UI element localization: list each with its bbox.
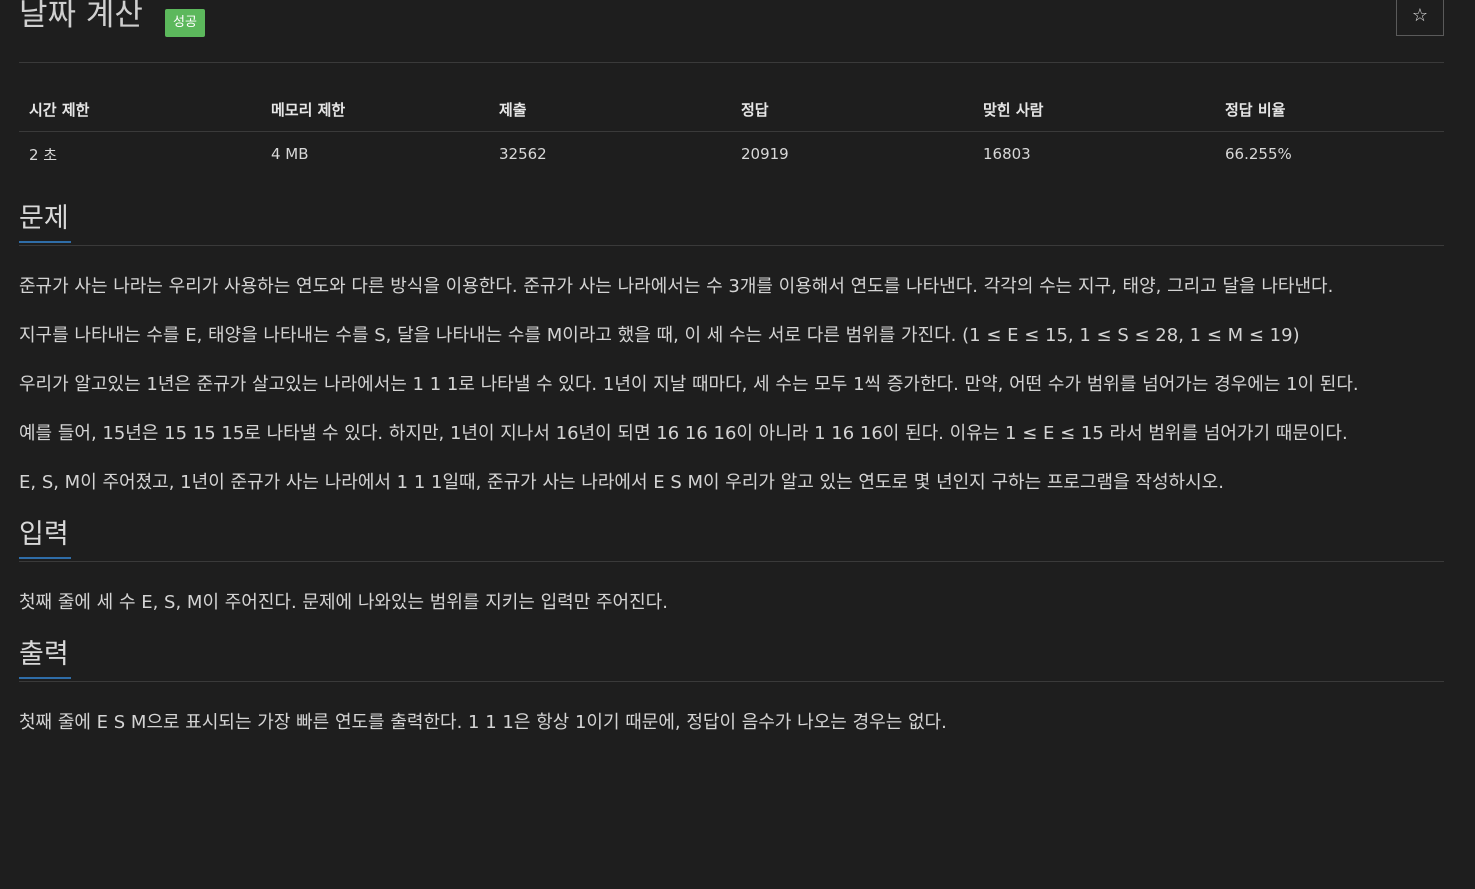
- star-icon: ☆: [1411, 5, 1429, 26]
- problem-heading-row: 문제: [19, 200, 1444, 246]
- input-heading-row: 입력: [19, 516, 1444, 562]
- status-badge: 성공: [165, 9, 205, 37]
- time-limit-value: 2 초: [29, 145, 58, 164]
- title-row: 날짜 계산 성공 ☆: [19, 0, 1444, 63]
- input-section: 입력 첫째 줄에 세 수 E, S, M이 주어진다. 문제에 나와있는 범위를…: [19, 516, 1444, 622]
- col-accept-rate: 정답 비율: [1215, 87, 1444, 132]
- problem-description: 준규가 사는 나라는 우리가 사용하는 연도와 다른 방식을 이용한다. 준규가…: [19, 268, 1444, 502]
- output-heading-row: 출력: [19, 636, 1444, 682]
- problem-heading: 문제: [19, 200, 71, 243]
- accept-rate-value: 66.255%: [1225, 145, 1292, 163]
- col-time-limit: 시간 제한: [19, 87, 261, 132]
- output-heading: 출력: [19, 636, 71, 679]
- col-solvers: 맞힌 사람: [973, 87, 1215, 132]
- problem-section: 문제 준규가 사는 나라는 우리가 사용하는 연도와 다른 방식을 이용한다. …: [19, 200, 1444, 502]
- input-heading: 입력: [19, 516, 71, 559]
- col-accepted: 정답: [731, 87, 973, 132]
- problem-title: 날짜 계산: [19, 0, 143, 33]
- col-memory-limit: 메모리 제한: [261, 87, 489, 132]
- star-button[interactable]: ☆: [1396, 0, 1444, 36]
- accepted-value: 20919: [741, 145, 789, 163]
- input-description: 첫째 줄에 세 수 E, S, M이 주어진다. 문제에 나와있는 범위를 지키…: [19, 584, 1444, 622]
- problem-paragraph: 우리가 알고있는 1년은 준규가 살고있는 나라에서는 1 1 1로 나타낼 수…: [19, 374, 1359, 395]
- table-row: 2 초 4 MB 32562 20919 16803 66.255%: [19, 132, 1444, 177]
- problem-paragraph: 준규가 사는 나라는 우리가 사용하는 연도와 다른 방식을 이용한다. 준규가…: [19, 276, 1334, 297]
- output-paragraph: 첫째 줄에 E S M으로 표시되는 가장 빠른 연도를 출력한다. 1 1 1…: [19, 712, 947, 733]
- memory-limit-value: 4 MB: [271, 145, 309, 163]
- problem-paragraph: 지구를 나타내는 수를 E, 태양을 나타내는 수를 S, 달을 나타내는 수를…: [19, 325, 1300, 346]
- problem-paragraph: E, S, M이 주어졌고, 1년이 준규가 사는 나라에서 1 1 1일때, …: [19, 472, 1224, 493]
- problem-info-table: 시간 제한 메모리 제한 제출 정답 맞힌 사람 정답 비율 2 초 4 MB …: [19, 87, 1444, 176]
- table-header-row: 시간 제한 메모리 제한 제출 정답 맞힌 사람 정답 비율: [19, 87, 1444, 132]
- col-submissions: 제출: [489, 87, 731, 132]
- input-paragraph: 첫째 줄에 세 수 E, S, M이 주어진다. 문제에 나와있는 범위를 지키…: [19, 592, 668, 613]
- output-section: 출력 첫째 줄에 E S M으로 표시되는 가장 빠른 연도를 출력한다. 1 …: [19, 636, 1444, 742]
- problem-page: 날짜 계산 성공 ☆ 시간 제한 메모리 제한 제출 정답 맞힌 사람 정답 비…: [0, 0, 1475, 889]
- submissions-value: 32562: [499, 145, 547, 163]
- solvers-value: 16803: [983, 145, 1031, 163]
- output-description: 첫째 줄에 E S M으로 표시되는 가장 빠른 연도를 출력한다. 1 1 1…: [19, 704, 1444, 742]
- problem-paragraph: 예를 들어, 15년은 15 15 15로 나타낼 수 있다. 하지만, 1년이…: [19, 423, 1348, 444]
